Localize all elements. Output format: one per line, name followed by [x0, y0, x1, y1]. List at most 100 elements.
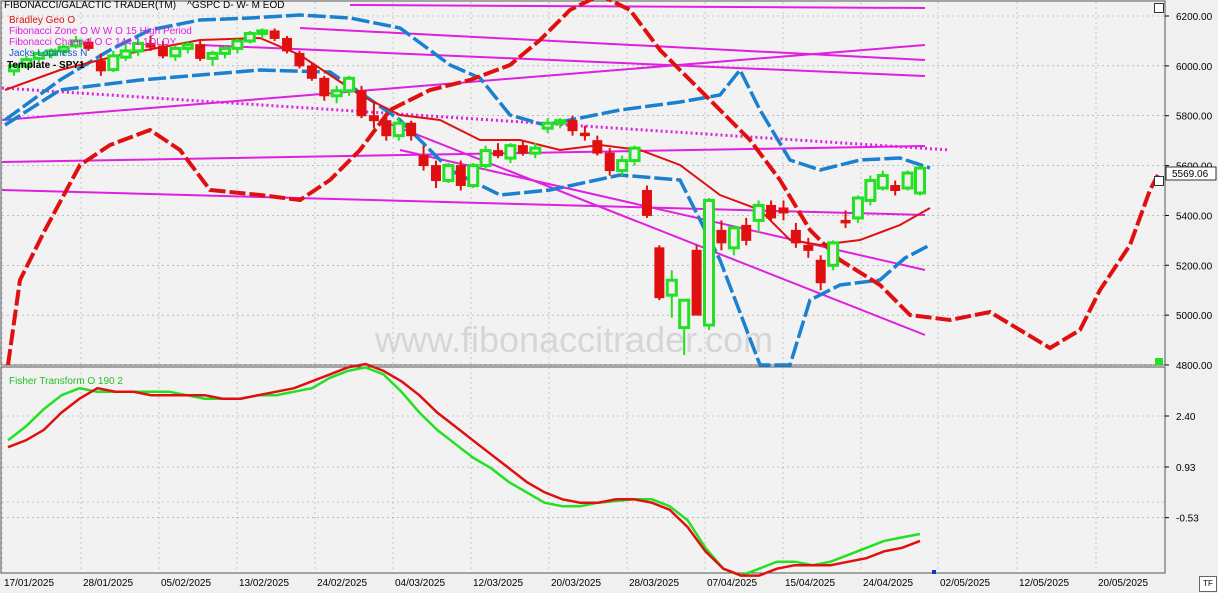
current-date-marker — [932, 570, 936, 574]
panel-corner-marker — [1155, 358, 1163, 365]
candle[interactable] — [430, 165, 441, 182]
date-tick-label: 20/03/2025 — [551, 578, 601, 589]
candle[interactable] — [691, 249, 702, 316]
timeframe-button[interactable]: TF — [1199, 576, 1217, 592]
candle[interactable] — [479, 149, 492, 168]
candle[interactable] — [616, 159, 629, 173]
candle[interactable] — [517, 145, 528, 154]
candle[interactable] — [678, 298, 691, 330]
price-tick-label: 5000.00 — [1176, 311, 1213, 322]
candle[interactable] — [269, 30, 280, 39]
candle[interactable] — [579, 132, 590, 137]
candle[interactable] — [195, 44, 206, 59]
candle[interactable] — [851, 196, 864, 220]
candle[interactable] — [95, 60, 106, 72]
price-tick-label: 5800.00 — [1176, 112, 1213, 123]
price-tick-label: 6200.00 — [1176, 12, 1213, 23]
candle[interactable] — [641, 190, 652, 216]
candle[interactable] — [282, 37, 293, 52]
scale-toggle-icon[interactable] — [1154, 176, 1164, 186]
candle[interactable] — [901, 171, 914, 190]
candle[interactable] — [231, 39, 244, 50]
date-axis: 17/01/2025 28/01/2025 05/02/2025 13/02/2025… — [4, 578, 1148, 589]
candle[interactable] — [467, 164, 480, 188]
fisher-tick-label: 2.40 — [1176, 412, 1196, 423]
legend-item-3: Jacks Lopiness N — [9, 48, 88, 59]
candle[interactable] — [206, 51, 219, 60]
candle[interactable] — [218, 46, 231, 55]
candle[interactable] — [356, 90, 367, 117]
candle[interactable] — [840, 219, 851, 224]
candle[interactable] — [554, 119, 567, 125]
candle[interactable] — [442, 164, 455, 183]
date-tick-label: 28/01/2025 — [83, 578, 133, 589]
candle[interactable] — [703, 198, 716, 327]
app-title-row: FIBONACCI/GALACTIC TRADER(TM) ^GSPC D- W… — [4, 0, 284, 11]
candle[interactable] — [319, 77, 330, 97]
date-tick-label: 07/04/2025 — [707, 578, 757, 589]
candle[interactable] — [827, 241, 840, 267]
candle[interactable] — [592, 140, 603, 154]
candle[interactable] — [752, 203, 765, 222]
candle[interactable] — [406, 122, 417, 137]
fisher-panel[interactable] — [0, 366, 1166, 574]
price-tick-label: 4800.00 — [1176, 361, 1213, 372]
indicator-legend: Bradley Geo O Fibonacci Zone O W W O 15 H… — [9, 15, 192, 59]
template-label: Template - SPY1 — [7, 60, 85, 71]
candle[interactable] — [815, 259, 826, 284]
panel-settings-icon[interactable] — [1154, 3, 1164, 13]
legend-item-2: Fibonacci Channel O C 144 1 1OLOY — [9, 37, 177, 48]
candle[interactable] — [392, 121, 405, 138]
candle[interactable] — [541, 121, 554, 130]
candle[interactable] — [654, 247, 665, 299]
candle[interactable] — [914, 166, 926, 195]
candle[interactable] — [256, 29, 269, 35]
candle[interactable] — [243, 31, 256, 43]
price-tick-label: 5400.00 — [1176, 211, 1213, 222]
date-tick-label: 02/05/2025 — [940, 578, 990, 589]
candle[interactable] — [727, 226, 740, 250]
candle[interactable] — [368, 115, 379, 122]
date-tick-label: 15/04/2025 — [785, 578, 835, 589]
chart-canvas: www.fibonaccitrader.com 6200.006000.0058… — [0, 0, 1218, 593]
candle[interactable] — [306, 65, 317, 79]
price-tick-label: 6000.00 — [1176, 62, 1213, 73]
candle[interactable] — [504, 144, 517, 160]
candle[interactable] — [890, 185, 901, 191]
candle[interactable] — [790, 229, 801, 244]
candle[interactable] — [741, 224, 752, 241]
candle[interactable] — [604, 152, 615, 172]
date-tick-label: 20/05/2025 — [1098, 578, 1148, 589]
legend-item-0: Bradley Geo O — [9, 15, 76, 26]
fisher-tick-label: -0.53 — [1176, 514, 1199, 525]
candle[interactable] — [864, 179, 877, 202]
candle[interactable] — [493, 150, 504, 157]
date-tick-label: 28/03/2025 — [629, 578, 679, 589]
price-tick-label: 5200.00 — [1176, 261, 1213, 272]
fisher-title: Fisher Transform O 190 2 — [9, 376, 123, 387]
candle[interactable] — [343, 76, 356, 93]
app-title: FIBONACCI/GALACTIC TRADER(TM) — [4, 0, 177, 11]
candle[interactable] — [330, 89, 343, 98]
candle[interactable] — [716, 229, 727, 244]
candle[interactable] — [628, 146, 641, 163]
candle[interactable] — [529, 146, 542, 155]
date-tick-label: 13/02/2025 — [239, 578, 289, 589]
date-tick-label: 24/02/2025 — [317, 578, 367, 589]
candle[interactable] — [294, 52, 305, 67]
candle[interactable] — [381, 120, 392, 137]
candle[interactable] — [665, 278, 678, 297]
candle[interactable] — [567, 120, 578, 132]
candle[interactable] — [455, 165, 466, 187]
candle[interactable] — [876, 174, 889, 190]
date-tick-label: 12/05/2025 — [1019, 578, 1069, 589]
candle[interactable] — [418, 155, 429, 167]
symbol-label: ^GSPC D- W- M EOD — [187, 0, 285, 11]
fisher-tick-label: 0.93 — [1176, 463, 1196, 474]
candle[interactable] — [778, 207, 789, 214]
candle[interactable] — [766, 204, 777, 219]
last-price-label: 5569.06 — [1172, 169, 1209, 180]
candle[interactable] — [803, 244, 814, 251]
date-tick-label: 12/03/2025 — [473, 578, 523, 589]
legend-item-1: Fibonacci Zone O W W O 15 High Period — [9, 26, 192, 37]
